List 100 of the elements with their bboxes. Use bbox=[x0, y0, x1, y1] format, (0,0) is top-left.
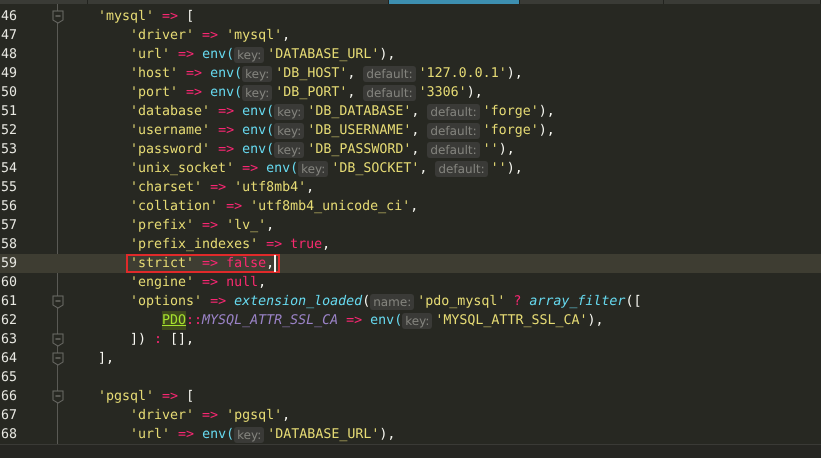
punctuation: ), bbox=[466, 84, 483, 102]
string-literal: 'url' bbox=[130, 426, 170, 444]
punctuation: ), bbox=[498, 141, 515, 159]
line-number: 63 bbox=[0, 331, 18, 349]
string-literal: 'DB_PASSWORD' bbox=[307, 141, 412, 159]
line-number: 68 bbox=[0, 426, 18, 444]
line-number: 60 bbox=[0, 274, 18, 292]
string-literal: 'pgsql' bbox=[226, 407, 282, 425]
punctuation: ), bbox=[379, 426, 396, 444]
operator: => bbox=[217, 141, 236, 159]
line-number: 62 bbox=[0, 312, 18, 330]
keyword: false bbox=[226, 255, 266, 273]
punctuation: [ bbox=[186, 8, 194, 26]
fold-icon[interactable] bbox=[52, 390, 64, 404]
fold-icon[interactable] bbox=[52, 294, 64, 308]
string-literal: 'prefix_indexes' bbox=[130, 236, 258, 254]
punctuation: , bbox=[347, 65, 356, 83]
fold-icon[interactable] bbox=[52, 332, 64, 346]
parameter-hint: name: bbox=[370, 294, 414, 310]
string-literal: '3306' bbox=[418, 84, 467, 102]
string-literal: 'charset' bbox=[130, 179, 202, 197]
operator: => bbox=[177, 426, 196, 444]
operator: :: bbox=[186, 312, 202, 330]
string-literal: '' bbox=[490, 160, 507, 178]
parameter-hint: key: bbox=[274, 122, 304, 138]
punctuation: , bbox=[347, 84, 356, 102]
line-number: 56 bbox=[0, 198, 18, 216]
punctuation: [], bbox=[170, 331, 194, 349]
function-call: env( bbox=[370, 312, 402, 330]
string-literal: 'username' bbox=[130, 122, 210, 140]
function-call: env( bbox=[242, 103, 274, 121]
function-name: extension_loaded bbox=[234, 293, 362, 311]
function-call: env( bbox=[266, 160, 298, 178]
string-literal: 'pdo_mysql' bbox=[417, 293, 506, 311]
string-literal: 'pgsql' bbox=[98, 388, 154, 406]
string-literal: 'strict' bbox=[130, 255, 194, 273]
line-number: 65 bbox=[0, 369, 18, 387]
fold-icon[interactable] bbox=[52, 352, 64, 366]
parameter-hint: key: bbox=[234, 426, 264, 442]
string-literal: 'DB_PORT' bbox=[275, 84, 348, 102]
operator: => bbox=[241, 160, 260, 178]
function-call: env( bbox=[202, 426, 234, 444]
line-number: 51 bbox=[0, 103, 18, 121]
string-literal: 'password' bbox=[130, 141, 210, 159]
string-literal: 'DATABASE_URL' bbox=[267, 46, 380, 64]
string-literal: 'driver' bbox=[130, 27, 194, 45]
punctuation: ), bbox=[506, 160, 523, 178]
punctuation: ( bbox=[362, 293, 370, 311]
parameter-hint: key: bbox=[402, 312, 432, 328]
string-literal: 'DB_USERNAME' bbox=[307, 122, 412, 140]
string-literal: 'database' bbox=[130, 103, 210, 121]
line-number: 57 bbox=[0, 217, 18, 235]
keyword: null bbox=[226, 274, 258, 292]
string-literal: 'utf8mb4' bbox=[234, 179, 306, 197]
parameter-hint: default: bbox=[363, 66, 416, 82]
line-number: 66 bbox=[0, 388, 18, 406]
operator: => bbox=[161, 388, 180, 406]
punctuation: ), bbox=[538, 122, 555, 140]
operator: => bbox=[201, 255, 220, 273]
parameter-hint: default: bbox=[435, 160, 488, 176]
punctuation: , bbox=[419, 160, 428, 178]
fold-icon[interactable] bbox=[52, 10, 64, 24]
parameter-hint: default: bbox=[427, 122, 480, 138]
keyword: true bbox=[290, 236, 322, 254]
operator: => bbox=[209, 179, 228, 197]
operator: => bbox=[177, 46, 196, 64]
string-literal: 'DB_HOST' bbox=[275, 65, 348, 83]
function-call: env( bbox=[242, 141, 274, 159]
parameter-hint: key: bbox=[274, 142, 304, 158]
class-name: PDO bbox=[162, 311, 186, 330]
string-literal: 'port' bbox=[130, 84, 178, 102]
parameter-hint: key: bbox=[234, 46, 264, 62]
string-literal: 'forge' bbox=[482, 122, 539, 140]
operator: => bbox=[217, 122, 236, 140]
punctuation: , bbox=[411, 141, 420, 159]
operator: => bbox=[345, 312, 364, 330]
string-literal: 'utf8mb4_unicode_ci' bbox=[250, 198, 410, 216]
line-number: 55 bbox=[0, 179, 18, 197]
operator: => bbox=[185, 84, 204, 102]
line-number: 61 bbox=[0, 293, 18, 311]
operator: => bbox=[201, 407, 220, 425]
punctuation: , bbox=[266, 255, 274, 273]
line-number: 50 bbox=[0, 84, 18, 102]
punctuation: , bbox=[410, 198, 418, 216]
line-number: 48 bbox=[0, 46, 18, 64]
parameter-hint: default: bbox=[363, 84, 416, 100]
string-literal: '' bbox=[482, 141, 499, 159]
operator: => bbox=[265, 236, 284, 254]
punctuation: [ bbox=[186, 388, 194, 406]
function-call: env( bbox=[210, 65, 242, 83]
string-literal: 'unix_socket' bbox=[130, 160, 234, 178]
function-call: env( bbox=[242, 122, 274, 140]
line-number: 49 bbox=[0, 65, 18, 83]
operator: => bbox=[201, 217, 220, 235]
line-number: 53 bbox=[0, 141, 18, 159]
string-literal: 'DB_DATABASE' bbox=[307, 103, 412, 121]
punctuation: ), bbox=[379, 46, 396, 64]
string-literal: 'DB_SOCKET' bbox=[331, 160, 420, 178]
punctuation: ), bbox=[588, 312, 604, 330]
string-literal: 'options' bbox=[130, 293, 202, 311]
